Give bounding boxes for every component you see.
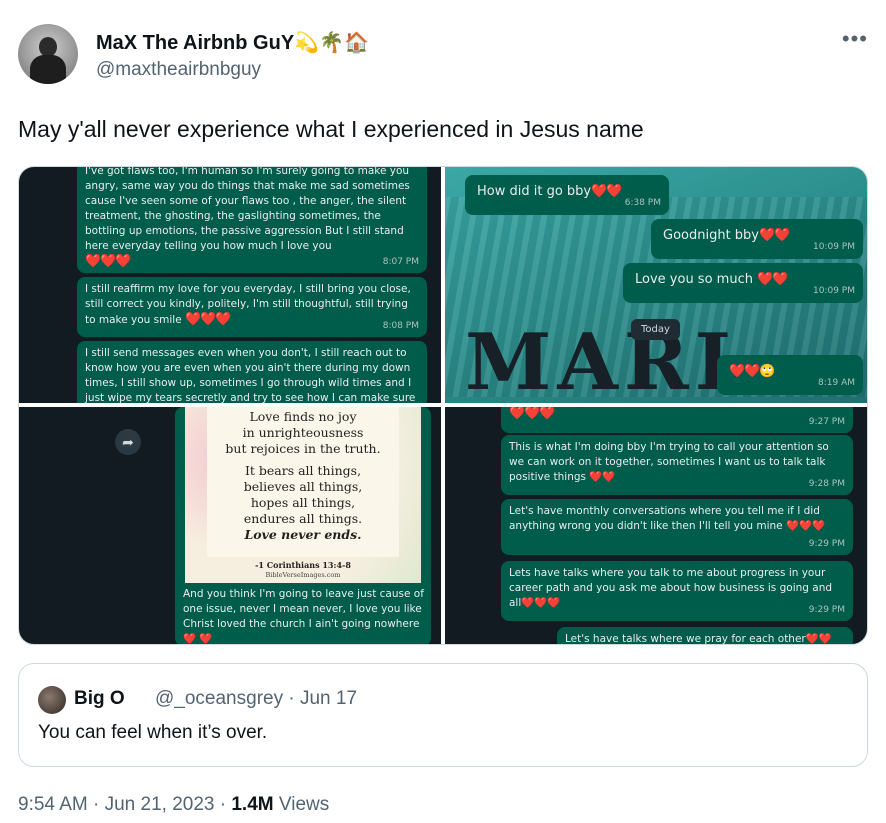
media-image-2[interactable]: MARL How did it go bby❤️❤️ 6:38 PM Goodn… — [445, 167, 867, 403]
chat-bubble: I still send messages even when you don'… — [77, 341, 427, 403]
chat-text: Lets have talks where you talk to me abo… — [509, 567, 833, 609]
chat-bubble: I still reaffirm my love for you everyda… — [77, 277, 427, 337]
chat-time: 9:29 PM — [808, 539, 845, 549]
chat-time: 9:29 PM — [808, 605, 845, 615]
chat-time: 8:07 PM — [382, 257, 419, 267]
avatar-torso — [30, 55, 66, 84]
quoted-avatar — [38, 686, 66, 714]
quoted-handle-date: @_oceansgrey · Jun 17 — [155, 688, 358, 709]
chat-time: 8:19 AM — [818, 378, 855, 388]
chat-time: 9:27 PM — [808, 417, 845, 427]
verse-line: Love finds no joy — [249, 409, 357, 424]
chat-bubble: ❤️❤️❤️ 9:27 PM — [501, 407, 853, 433]
chat-bubble: Let's have talks where we pray for each … — [557, 627, 853, 645]
media-image-3[interactable]: ➦ Love finds no joy in unrighteousness b… — [19, 407, 441, 645]
chat-bubble: Lets have talks where you talk to me abo… — [501, 561, 853, 621]
chat-bubble: ❤️❤️🙄 8:19 AM — [717, 355, 863, 395]
chat-text: Let's have monthly conversations where y… — [509, 505, 826, 532]
hearts: ❤️❤️ — [591, 184, 622, 199]
chat-text: And you think I'm going to leave just ca… — [183, 588, 424, 645]
chat-text: How did it go bby — [477, 184, 592, 199]
timestamp-link[interactable]: 9:54 AM · Jun 21, 2023 · — [18, 794, 231, 815]
media-image-1[interactable]: I've got flaws too, I'm human so I'm sur… — [19, 167, 441, 403]
chat-time: 10:09 PM — [813, 286, 855, 296]
hearts: ❤️❤️❤️ — [509, 407, 556, 421]
verse-site: BibleVerseImages.com — [265, 571, 341, 579]
chat-text: Let's have talks where we pray for each … — [565, 633, 832, 645]
shirt-lettering: MARL — [465, 317, 756, 403]
quoted-tweet[interactable]: Big O @_oceansgrey · Jun 17 You can feel… — [18, 663, 868, 767]
verse-image: Love finds no joy in unrighteousness but… — [185, 407, 421, 583]
verse-line: in unrighteousness — [242, 425, 364, 440]
forward-icon[interactable]: ➦ — [115, 429, 141, 455]
hearts: ❤️❤️❤️ — [85, 254, 132, 269]
chat-bubble: Goodnight bby❤️❤️ 10:09 PM — [651, 219, 863, 259]
hearts: ❤️❤️ — [757, 272, 788, 287]
tweet-header: MaX The Airbnb GuY💫🌴🏠 @maxtheairbnbguy •… — [18, 24, 868, 86]
media-grid: I've got flaws too, I'm human so I'm sur… — [18, 166, 868, 645]
chat-time: 10:09 PM — [813, 242, 855, 252]
avatar-head — [39, 37, 57, 57]
views-count[interactable]: 1.4M — [231, 794, 273, 815]
author-display-name[interactable]: MaX The Airbnb GuY💫🌴🏠 — [96, 30, 369, 55]
hearts: ❤️❤️❤️ — [185, 312, 232, 327]
chat-time: 6:38 PM — [624, 198, 661, 208]
chat-bubble: Love you so much ❤️❤️ 10:09 PM — [623, 263, 863, 303]
verse-line: believes all things, — [243, 479, 363, 494]
verse-line: endures all things. — [243, 511, 363, 526]
hearts: ❤️❤️🙄 — [729, 364, 776, 379]
verse-line: but rejoices in the truth. — [225, 441, 381, 456]
avatar[interactable] — [18, 24, 78, 84]
chat-text: I still reaffirm my love for you everyda… — [85, 283, 411, 326]
chat-bubble: This is what I'm doing bby I'm trying to… — [501, 435, 853, 495]
chat-time: 9:28 PM — [808, 479, 845, 489]
verse-text: Love finds no joy in unrighteousness but… — [185, 409, 421, 543]
verse-line: hopes all things, — [250, 495, 356, 510]
chat-text: I've got flaws too, I'm human so I'm sur… — [85, 167, 410, 252]
tweet-meta: 9:54 AM · Jun 21, 2023 · 1.4M Views — [18, 794, 329, 816]
verse-line: It bears all things, — [244, 463, 362, 478]
verse-line: Love never ends. — [244, 527, 362, 542]
chat-bubble: Let's have monthly conversations where y… — [501, 499, 853, 555]
author-handle[interactable]: @maxtheairbnbguy — [96, 59, 261, 81]
chat-text: I still send messages even when you don'… — [85, 347, 416, 403]
chat-time: 8:08 PM — [382, 321, 419, 331]
image-message: Love finds no joy in unrighteousness but… — [175, 407, 431, 645]
quoted-text: You can feel when it’s over. — [38, 722, 268, 743]
views-label: Views — [273, 794, 330, 815]
tweet-text: May y'all never experience what I experi… — [18, 116, 644, 142]
media-image-4[interactable]: ❤️❤️❤️ 9:27 PM This is what I'm doing bb… — [445, 407, 867, 645]
chat-text: This is what I'm doing bby I'm trying to… — [509, 441, 829, 483]
chat-bubble: I've got flaws too, I'm human so I'm sur… — [77, 167, 427, 273]
quoted-display-name: Big O — [74, 688, 125, 709]
verse-citation: -1 Corinthians 13:4-8 — [255, 560, 351, 570]
hearts: ❤️❤️ — [759, 228, 790, 243]
chat-text: Goodnight bby — [663, 228, 760, 243]
more-options-button[interactable]: ••• — [842, 26, 868, 52]
chat-bubble: How did it go bby❤️❤️ 6:38 PM — [465, 175, 669, 215]
date-separator: Today — [631, 319, 680, 340]
chat-text: Love you so much — [635, 272, 753, 287]
